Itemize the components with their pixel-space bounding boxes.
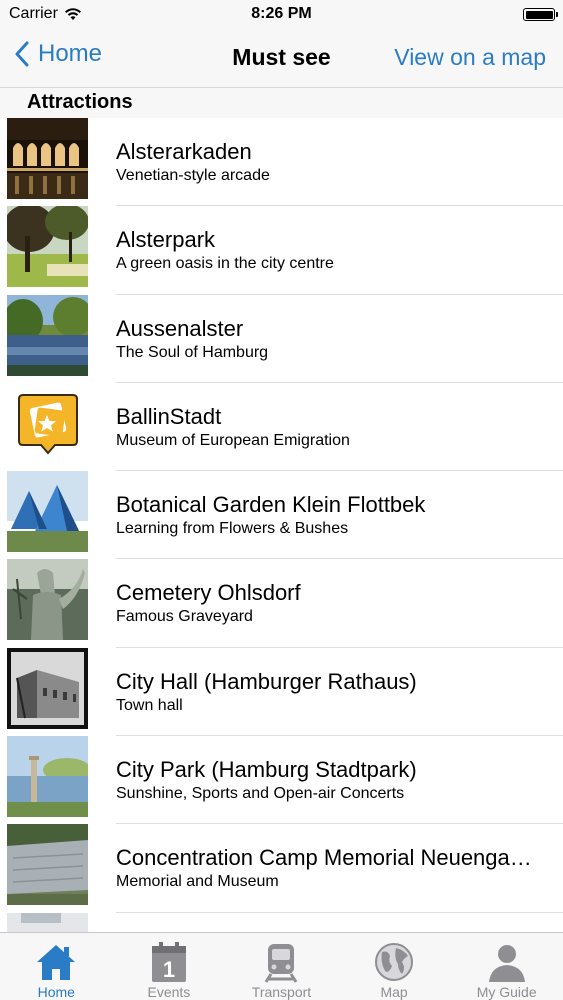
- tab-label: My Guide: [476, 984, 537, 1000]
- svg-text:1: 1: [163, 957, 175, 982]
- tab-my-guide[interactable]: My Guide: [450, 933, 563, 1000]
- tab-events[interactable]: 1 Events: [113, 933, 226, 1000]
- alsterarkaden-thumbnail: [7, 118, 88, 199]
- back-label: Home: [38, 40, 103, 67]
- ballinstadt-thumbnail: [7, 382, 88, 464]
- view-on-map-button[interactable]: View on a map: [394, 44, 546, 71]
- item-title: Concentration Camp Memorial Neuengamme: [116, 845, 543, 871]
- tab-map[interactable]: Map: [338, 933, 451, 1000]
- list-item[interactable]: City Hall (Hamburger Rathaus) Town hall: [0, 647, 563, 737]
- list-item[interactable]: Alsterarkaden Venetian-style arcade: [0, 118, 563, 207]
- tab-label: Events: [147, 984, 191, 1000]
- memorial-neuengamme-thumbnail: [7, 824, 88, 906]
- item-subtitle: Sunshine, Sports and Open-air Concerts: [116, 785, 405, 803]
- list-item[interactable]: Concentration Camp Memorial Neuengamme M…: [0, 824, 563, 913]
- list-item[interactable]: Cemetery Ohlsdorf Famous Graveyard: [0, 559, 563, 648]
- city-hall-thumbnail: [7, 647, 88, 729]
- calendar-icon: 1: [151, 942, 186, 982]
- item-subtitle: Memorial and Museum: [116, 873, 279, 891]
- tab-home[interactable]: Home: [0, 933, 113, 1000]
- item-subtitle: A green oasis in the city centre: [116, 255, 334, 273]
- tab-transport[interactable]: Transport: [225, 933, 338, 1000]
- item-title: Cemetery Ohlsdorf: [116, 580, 301, 606]
- aussenalster-thumbnail: [7, 294, 88, 376]
- item-subtitle: Learning from Flowers & Bushes: [116, 520, 349, 538]
- list-item[interactable]: Alsterpark A green oasis in the city cen…: [0, 206, 563, 295]
- back-button[interactable]: Home: [14, 40, 102, 68]
- item-title: City Park (Hamburg Stadtpark): [116, 757, 417, 783]
- item-subtitle: Museum of European Emigration: [116, 431, 350, 449]
- navigation-bar: Home Must see View on a map: [0, 30, 563, 86]
- city-park-thumbnail: [7, 736, 88, 818]
- item-subtitle: The Soul of Hamburg: [116, 343, 269, 361]
- item-title: Alsterpark: [116, 227, 216, 253]
- item-title: Alsterarkaden: [116, 139, 252, 164]
- item-subtitle: Venetian-style arcade: [116, 167, 270, 184]
- status-time: 8:26 PM: [251, 5, 312, 22]
- train-icon: [265, 944, 298, 983]
- item-subtitle: Famous Graveyard: [116, 608, 253, 626]
- list-item[interactable]: [0, 912, 563, 932]
- attractions-list[interactable]: Alsterarkaden Venetian-style arcade Alst…: [0, 118, 563, 932]
- battery-icon: [523, 8, 558, 21]
- item-title: Botanical Garden Klein Flottbek: [116, 492, 426, 518]
- list-item[interactable]: BallinStadt Museum of European Emigratio…: [0, 382, 563, 472]
- tab-bar: Home 1 Events Transport Map My Guide: [0, 932, 563, 1000]
- partial-thumbnail: [7, 912, 88, 932]
- status-bar: Carrier 8:26 PM: [0, 0, 563, 30]
- botanical-garden-thumbnail: [7, 471, 88, 553]
- item-subtitle: Town hall: [116, 696, 183, 714]
- chevron-left-icon: [15, 41, 29, 67]
- home-icon: [37, 945, 76, 980]
- tab-label: Map: [380, 984, 408, 1000]
- tab-label: Transport: [251, 984, 312, 1000]
- list-item[interactable]: Aussenalster The Soul of Hamburg: [0, 294, 563, 383]
- top-bar: Carrier 8:26 PM Home Must see View on a …: [0, 0, 563, 88]
- section-header: Attractions: [0, 88, 563, 118]
- item-title: BallinStadt: [116, 403, 222, 429]
- section-title: Attractions: [27, 91, 133, 113]
- globe-icon: [375, 943, 414, 981]
- cemetery-ohlsdorf-thumbnail: [7, 559, 88, 641]
- person-icon: [488, 945, 525, 982]
- item-title: City Hall (Hamburger Rathaus): [116, 668, 417, 694]
- alsterpark-thumbnail: [7, 206, 88, 288]
- list-item[interactable]: City Park (Hamburg Stadtpark) Sunshine, …: [0, 736, 563, 825]
- item-title: Aussenalster: [116, 315, 244, 341]
- tab-label: Home: [37, 984, 75, 1000]
- list-item[interactable]: Botanical Garden Klein Flottbek Learning…: [0, 471, 563, 560]
